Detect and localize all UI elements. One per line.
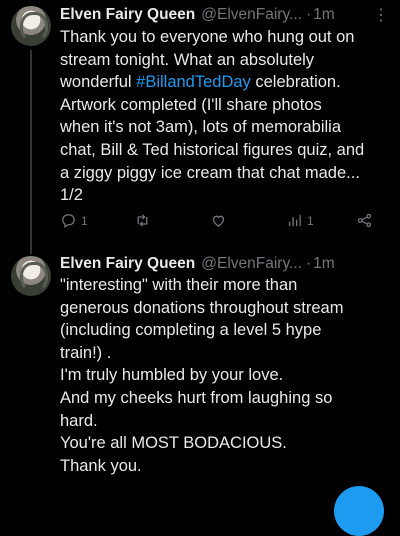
tweet-line: 1/2 bbox=[60, 186, 83, 205]
tweet-line-text: celebration. bbox=[250, 73, 341, 92]
tweet-line: hard. bbox=[60, 411, 98, 430]
tweet-line: (including completing a level 5 hype bbox=[60, 321, 322, 340]
tweet-line: chat, Bill & Ted historical figures quiz… bbox=[60, 140, 365, 159]
views-button[interactable]: 1 bbox=[286, 212, 314, 229]
tweet-line: Artwork completed (I'll share photos bbox=[60, 95, 322, 114]
tweet-text: Thank you to everyone who hung out on st… bbox=[60, 26, 390, 207]
like-button[interactable] bbox=[210, 212, 231, 229]
tweet-line: stream tonight. What an absolutely bbox=[60, 50, 315, 69]
avatar[interactable] bbox=[11, 6, 51, 46]
tweet-line: a ziggy piggy ice cream that chat made..… bbox=[60, 163, 360, 182]
reply-button[interactable]: 1 bbox=[60, 212, 88, 229]
retweet-button[interactable] bbox=[134, 212, 155, 229]
reply-count: 1 bbox=[81, 213, 88, 228]
share-icon bbox=[357, 213, 372, 228]
reply-icon bbox=[62, 214, 75, 229]
share-button[interactable] bbox=[356, 212, 373, 229]
separator-dot: · bbox=[305, 6, 312, 23]
more-icon[interactable]: ⋮ bbox=[373, 5, 389, 25]
tweet-1[interactable]: Elven Fairy Queen @ElvenFairy... · 1m ⋮ … bbox=[0, 0, 400, 254]
tweet-line: And my cheeks hurt from laughing so bbox=[60, 388, 333, 407]
author-name[interactable]: Elven Fairy Queen bbox=[60, 255, 195, 273]
tweet-line: "interesting" with their more than bbox=[60, 276, 298, 294]
tweet-line-text: wonderful bbox=[60, 73, 137, 92]
separator-dot: · bbox=[305, 255, 312, 272]
like-icon bbox=[212, 215, 225, 227]
tweet-line: train!) . bbox=[60, 343, 112, 362]
author-handle[interactable]: @ElvenFairy... bbox=[201, 255, 302, 273]
tweet-line: wonderful #BillandTedDay celebration. bbox=[60, 71, 390, 94]
tweet-text: "interesting" with their more than gener… bbox=[60, 274, 390, 477]
tweet-header: Elven Fairy Queen @ElvenFairy... · 1m bbox=[60, 253, 388, 275]
avatar[interactable] bbox=[11, 256, 51, 296]
views-icon bbox=[288, 214, 301, 227]
tweet-line: when it's not 3am), lots of memorabilia bbox=[60, 118, 342, 137]
tweet-line: I'm truly humbled by your love. bbox=[60, 366, 284, 385]
author-name[interactable]: Elven Fairy Queen bbox=[60, 6, 195, 24]
timestamp[interactable]: 1m bbox=[313, 255, 335, 273]
tweet-line: Thank you. bbox=[60, 456, 142, 475]
tweet-line: You're all MOST BODACIOUS. bbox=[60, 434, 287, 453]
tweet-line: generous donations throughout stream bbox=[60, 298, 344, 317]
views-count: 1 bbox=[307, 213, 314, 228]
tweet-line: Thank you to everyone who hung out on bbox=[60, 28, 355, 46]
retweet-icon bbox=[137, 214, 148, 227]
timestamp[interactable]: 1m bbox=[313, 6, 335, 24]
tweet-header: Elven Fairy Queen @ElvenFairy... · 1m ⋮ bbox=[60, 4, 389, 26]
author-handle[interactable]: @ElvenFairy... bbox=[201, 6, 302, 24]
hashtag-link[interactable]: #BillandTedDay bbox=[136, 73, 251, 91]
tweet-actions: 1 1 bbox=[60, 212, 390, 236]
compose-fab[interactable] bbox=[334, 486, 384, 536]
thread-connector-line bbox=[30, 50, 32, 254]
